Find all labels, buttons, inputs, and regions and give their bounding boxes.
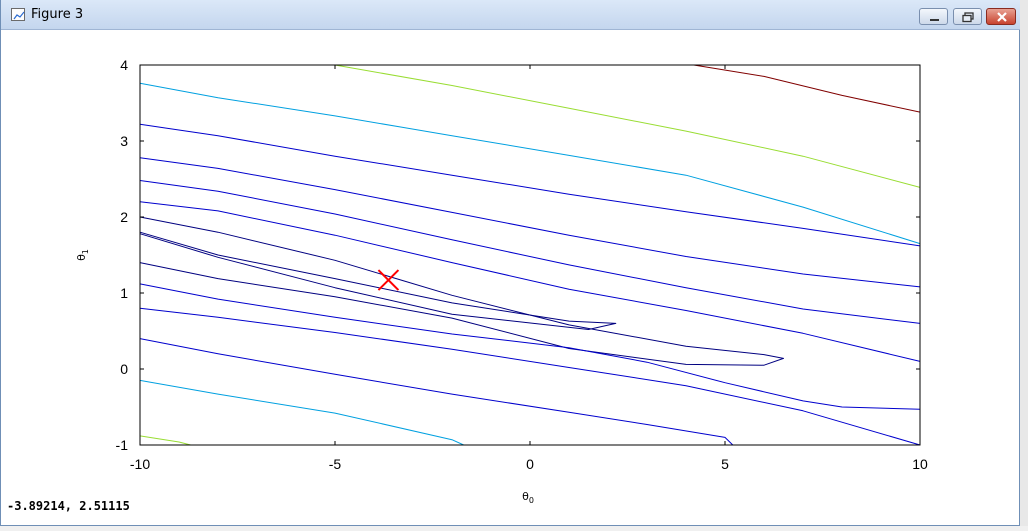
plot-area[interactable]: -10 -5 0 5 10 4 3 2 1 0 -1 θ0 θ1 [1,30,1019,526]
contour-line-level-2-1 [139,216,784,366]
close-button[interactable] [986,8,1016,25]
close-icon [997,12,1007,22]
title-bar[interactable]: Figure 3 [1,0,1021,30]
x-tick-label: -10 [130,456,150,472]
contour-line-level-9-13 [693,64,921,113]
y-axis-label: θ1 [75,249,90,261]
contour-line-level-1-0 [139,231,617,330]
contour-line-level-4-5 [139,307,921,446]
y-tick-label: 1 [120,285,128,301]
contour-lines [139,64,921,446]
contour-line-level-5-7 [139,338,734,446]
contour-chart[interactable]: -10 -5 0 5 10 43210-1 θ0 θ1 [1,30,1019,526]
y-tick-label: 2 [120,209,128,225]
contour-line-level-3-2 [139,201,921,362]
y-tick-label: 0 [120,361,128,377]
y-tick-label: 3 [120,133,128,149]
y-tick-label: -1 [116,437,129,453]
minimize-icon [930,19,939,21]
x-tick-label: 5 [721,456,729,472]
contour-line-level-8-11 [334,64,921,188]
contour-line-level-7-10 [139,379,464,446]
figure-window: Figure 3 -10 -5 0 5 10 4 3 2 1 0 -1 θ0 θ… [0,0,1021,526]
contour-line-level-8-12 [139,435,191,446]
x-axis-label: θ0 [522,490,534,505]
x-tick-label: 0 [526,456,534,472]
minimize-button[interactable] [919,8,948,25]
x-tick-label: 10 [912,456,928,472]
y-tick-label: 4 [120,57,128,73]
window-title: Figure 3 [31,7,84,22]
contour-line-level-7-9 [139,82,921,245]
background-strip [1020,0,1028,526]
maximize-button[interactable] [953,8,982,25]
contour-line-level-4-4 [139,180,921,324]
contour-line-level-3-3 [139,283,921,410]
x-ticks: -10 -5 0 5 10 [130,65,928,472]
restore-icon [962,12,974,23]
axes-frame [139,64,921,446]
cursor-coordinates: -3.89214, 2.51115 [7,499,130,513]
figure-icon [11,8,25,21]
minimum-marker [377,269,400,291]
y-ticks: 4 3 2 1 0 -1 [116,57,920,453]
x-tick-label: -5 [329,456,342,472]
